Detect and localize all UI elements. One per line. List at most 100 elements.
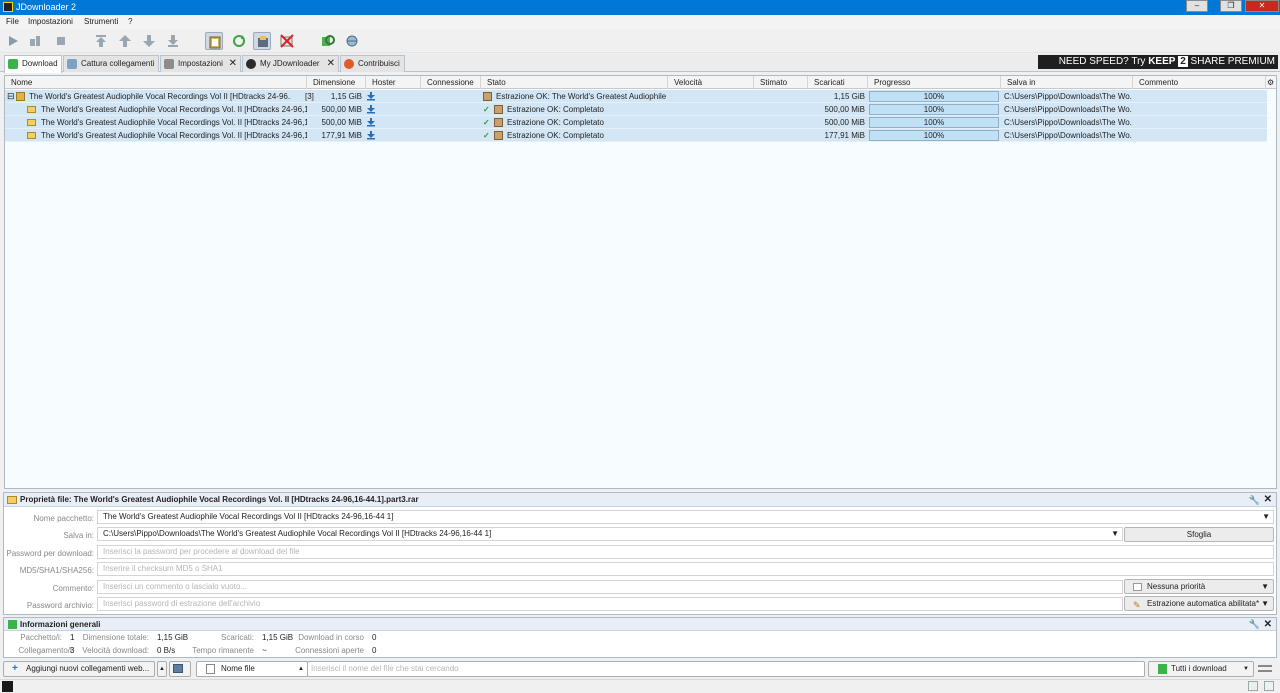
clipboard-icon [209, 36, 221, 49]
move-up-button[interactable] [116, 32, 134, 50]
col-stato[interactable]: Stato [481, 76, 668, 89]
hoster-download-icon [367, 92, 375, 101]
archive-password-input[interactable]: Inserisci password di estrazione dell'ar… [97, 597, 1123, 611]
file-downloaded: 500,00 MiB [824, 105, 865, 114]
properties-header: Proprietà file: The World's Greatest Aud… [4, 493, 1276, 507]
col-progresso[interactable]: Progresso [868, 76, 1001, 89]
label-dimensione-totale: Dimensione totale: [82, 633, 149, 642]
table-header: Nome Dimensione Hoster Connessione Stato… [5, 76, 1276, 89]
file-size: 500,00 MiB [321, 105, 362, 114]
file-downloaded: 500,00 MiB [824, 118, 865, 127]
globe-update-icon [346, 35, 358, 47]
col-hoster[interactable]: Hoster [366, 76, 421, 89]
status-icon-2[interactable] [1264, 681, 1274, 691]
chevron-down-icon[interactable]: ▼ [1111, 528, 1119, 540]
close-icon[interactable]: ✕ [229, 56, 237, 71]
start-downloads-button[interactable] [4, 32, 22, 50]
file-name: The World's Greatest Audiophile Vocal Re… [41, 105, 307, 114]
chevron-down-icon[interactable]: ▼ [1262, 511, 1270, 523]
minimize-button[interactable]: – [1186, 0, 1208, 12]
add-links-menu-chevron[interactable]: ▲ [157, 661, 167, 677]
stop-downloads-button[interactable] [52, 32, 70, 50]
col-nome[interactable]: Nome [5, 76, 307, 89]
add-links-button[interactable]: + Aggiungi nuovi collegamenti web... [3, 661, 155, 677]
comment-input[interactable]: Inserisci un commento o lascialo vuoto..… [97, 580, 1123, 594]
package-row[interactable]: ⊟ The World's Greatest Audiophile Vocal … [5, 90, 1267, 103]
tab-cattura-collegamenti[interactable]: Cattura collegamenti [63, 55, 159, 72]
auto-reconnect-toggle[interactable] [230, 32, 248, 50]
move-to-top-button[interactable] [92, 32, 110, 50]
arrow-down-icon [143, 35, 155, 47]
tab-impostazioni[interactable]: Impostazioni ✕ [160, 55, 241, 72]
progress-label: 100% [923, 105, 945, 114]
move-top-icon [96, 35, 106, 47]
browse-button[interactable]: Sfoglia [1124, 527, 1274, 542]
view-settings-icon[interactable] [1258, 663, 1272, 675]
silent-mode-toggle[interactable] [278, 32, 296, 50]
play-icon [9, 36, 18, 46]
column-settings-icon[interactable]: ⚙ [1267, 78, 1276, 87]
clipboard-monitor-toggle[interactable] [205, 32, 223, 50]
package-size: 1,15 GiB [330, 92, 362, 101]
label-download-in-corso: Download in corso [298, 633, 364, 642]
arrow-up-icon [119, 35, 131, 47]
col-dimensione[interactable]: Dimensione [307, 76, 366, 89]
col-commento[interactable]: Commento [1133, 76, 1266, 89]
search-field-selector[interactable]: Nome file ▲ [196, 661, 308, 677]
pause-downloads-button[interactable] [26, 32, 44, 50]
refresh-green-icon [233, 35, 245, 47]
all-downloads-filter[interactable]: Tutti i download ▼ [1148, 661, 1254, 677]
col-scaricati[interactable]: Scaricati [808, 76, 868, 89]
priority-dropdown[interactable]: Nessuna priorità ▼ [1124, 579, 1274, 594]
download-password-input[interactable]: Inserisci la password per procedere al d… [97, 545, 1274, 559]
file-row[interactable]: The World's Greatest Audiophile Vocal Re… [5, 103, 1267, 116]
menu-help[interactable]: ? [128, 17, 132, 27]
jdownloader-tray-icon[interactable] [2, 681, 13, 692]
status-icon-1[interactable] [1248, 681, 1258, 691]
maximize-button[interactable]: ❐ [1220, 0, 1242, 12]
collapse-toggle-icon[interactable]: ⊟ [7, 90, 15, 103]
pause-icon [30, 36, 40, 46]
file-row[interactable]: The World's Greatest Audiophile Vocal Re… [5, 129, 1267, 142]
file-size: 500,00 MiB [321, 118, 362, 127]
close-icon[interactable]: ✕ [1264, 493, 1272, 507]
downloads-table[interactable]: Nome Dimensione Hoster Connessione Stato… [4, 75, 1277, 489]
col-stimato[interactable]: Stimato [754, 76, 808, 89]
menu-strumenti[interactable]: Strumenti [84, 17, 118, 27]
tab-download[interactable]: Download [4, 55, 62, 73]
pin-icon[interactable]: 🔧 [1249, 618, 1260, 631]
calendar-button[interactable] [169, 661, 191, 677]
close-window-button[interactable]: ✕ [1245, 0, 1279, 12]
main-toolbar [0, 29, 1280, 53]
file-progress-bar: 100% [869, 117, 999, 128]
menu-file[interactable]: File [6, 17, 19, 27]
label-password-download: Password per download: [6, 549, 94, 558]
col-connessione[interactable]: Connessione [421, 76, 481, 89]
file-row[interactable]: The World's Greatest Audiophile Vocal Re… [5, 116, 1267, 129]
col-velocita[interactable]: Velocità [668, 76, 754, 89]
auto-extract-dropdown[interactable]: ✎ Estrazione automatica abilitata* ▼ [1124, 596, 1274, 611]
package-name-field[interactable]: The World's Greatest Audiophile Vocal Re… [97, 510, 1274, 524]
move-to-bottom-button[interactable] [164, 32, 182, 50]
tab-contribuisci[interactable]: Contribuisci [340, 55, 405, 72]
menu-impostazioni[interactable]: Impostazioni [28, 17, 73, 27]
search-input[interactable]: Inserisci il nome del file che stai cerc… [307, 661, 1145, 677]
chevron-down-icon: ▼ [1261, 582, 1269, 591]
tab-my-jdownloader[interactable]: My JDownloader ✕ [242, 55, 339, 72]
keep2share-promo-banner[interactable]: NEED SPEED? Try KEEP 2 SHARE PREMIUM [1038, 55, 1278, 69]
move-down-button[interactable] [140, 32, 158, 50]
checksum-input[interactable]: Inserire il checksum MD5 o SHA1 [97, 562, 1274, 576]
hoster-download-icon [367, 131, 375, 140]
premium-toggle[interactable] [253, 32, 271, 50]
progress-label: 100% [923, 118, 945, 127]
col-salva-in[interactable]: Salva in [1001, 76, 1133, 89]
update-button[interactable] [343, 32, 361, 50]
move-bottom-icon [168, 35, 178, 47]
pin-icon[interactable]: 🔧 [1249, 493, 1260, 507]
reconnect-button[interactable] [319, 32, 337, 50]
close-icon[interactable]: ✕ [1264, 618, 1272, 631]
plus-icon: + [12, 663, 18, 674]
save-in-field[interactable]: C:\Users\Pippo\Downloads\The World's Gre… [97, 527, 1123, 541]
close-icon[interactable]: ✕ [327, 56, 335, 71]
progress-label: 100% [923, 131, 945, 140]
